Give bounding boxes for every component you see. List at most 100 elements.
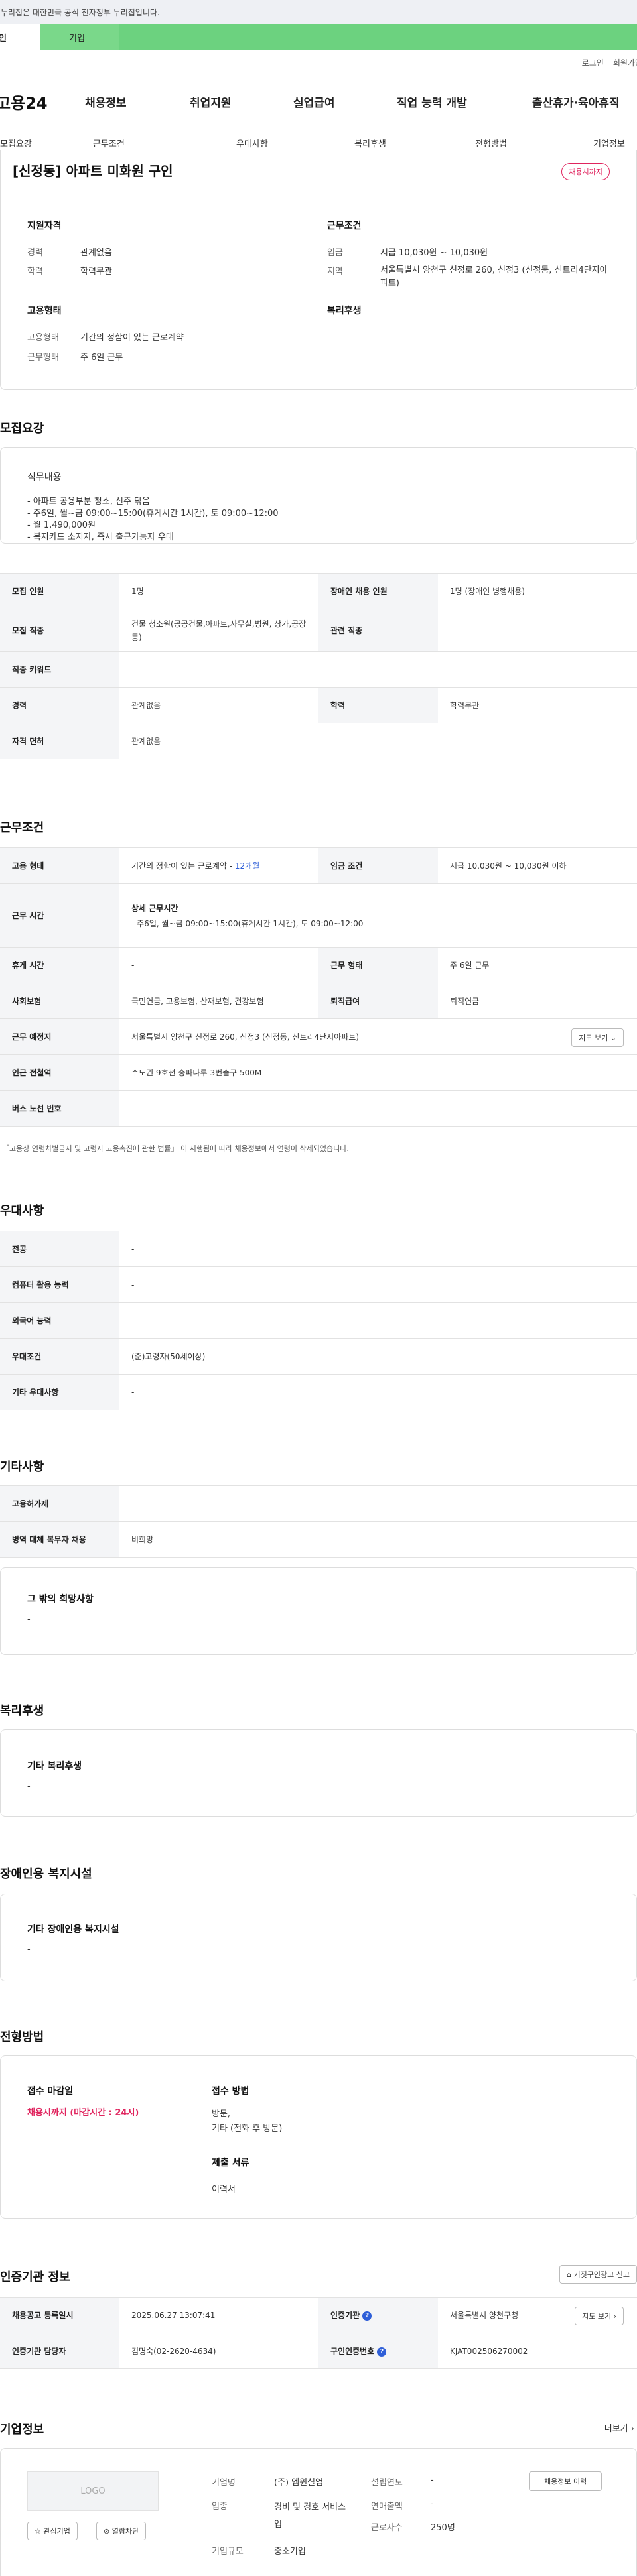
cert-number-label-cell: 구인인증번호?	[318, 2333, 438, 2369]
false-ad-report-button[interactable]: ⌂ 거짓구인광고 신고	[559, 2265, 637, 2284]
disabled-count-value: 1명 (장애인 병행채용)	[438, 573, 637, 609]
deadline-heading: 접수 마감일	[27, 2086, 74, 2097]
table-row: 모집 인원 1명 장애인 채용 인원 1명 (장애인 병행채용)	[0, 573, 637, 609]
reg-date-value: 2025.06.27 13:07:41	[119, 2297, 318, 2333]
method-line-1: 방문,	[212, 2109, 231, 2119]
info-icon[interactable]: ?	[362, 2311, 372, 2321]
interest-company-button[interactable]: ☆ 관심기업	[27, 2522, 78, 2540]
summary-card: [신정동] 아파트 미화원 구인 채용시까지 지원자격 경력 관계없음 학력 학…	[0, 150, 637, 390]
workplace-label: 근무 예정지	[0, 1018, 119, 1055]
deadline-value: 채용시까지 (마감시간 : 24시)	[27, 2108, 139, 2118]
subnav-pref[interactable]: 우대사항	[236, 137, 268, 149]
language-value: -	[119, 1302, 637, 1339]
job-title: [신정동] 아파트 미화원 구인	[13, 163, 173, 179]
workplace-map-button-label: 지도 보기	[579, 1034, 608, 1042]
info-icon[interactable]: ?	[377, 2347, 387, 2357]
cond-region-label: 지역	[327, 267, 343, 276]
cert-agency-label-cell: 인증기관?	[318, 2297, 438, 2333]
agency-map-button-label: 지도 보기	[582, 2312, 612, 2321]
table-row: 모집 직종 건물 청소원(공공건물,아파트,사무실,병원, 상가,공장 등) 관…	[0, 609, 637, 652]
emp-type-cell: 기간의 정함이 있는 근로계약 - 12개월	[119, 847, 318, 884]
wage-label: 임금 조건	[318, 847, 438, 884]
etc-wish-value: -	[27, 1615, 31, 1625]
job-keyword-label: 직종 키워드	[0, 651, 119, 688]
severance-value: 퇴직연금	[438, 983, 637, 1019]
subnav-company[interactable]: 기업정보	[593, 137, 625, 149]
gnb-item-unemployment-benefit[interactable]: 실업급여	[293, 93, 335, 110]
workplace-cell: 서울특별시 양천구 신정로 260, 신정3 (신정동, 신트리4단지아파트) …	[119, 1018, 637, 1055]
tab-company-label: 기업	[69, 34, 85, 44]
career-label: 경력	[0, 687, 119, 723]
cert-number-label: 구인인증번호	[330, 2347, 375, 2356]
subnav-work[interactable]: 근무조건	[93, 137, 125, 149]
gnb-item-jobs[interactable]: 채용정보	[85, 93, 127, 110]
false-ad-report-label: 거짓구인광고 신고	[573, 2270, 630, 2279]
hours-sub-heading: 상세 근무시간	[131, 903, 178, 913]
gnb-item-skills-development[interactable]: 직업 능력 개발	[397, 93, 467, 110]
computer-skill-value: -	[119, 1266, 637, 1303]
language-label: 외국어 능력	[0, 1302, 119, 1339]
qual-edu-label: 학력	[27, 267, 43, 276]
company-name-value: (주) 엠원실업	[274, 2478, 324, 2488]
company-more-link[interactable]: 더보기 ›	[604, 2422, 634, 2434]
cert-number-value: KJAT002506270002	[438, 2333, 637, 2369]
subway-value: 수도권 9호선 송파나루 3번출구 500M	[119, 1054, 637, 1091]
company-name-label: 기업명	[212, 2478, 236, 2488]
gnb-item-employment-support[interactable]: 취업지원	[190, 93, 232, 110]
selection-section-title: 전형방법	[0, 2030, 44, 2044]
job-history-button[interactable]: 채용정보 이력	[529, 2471, 602, 2491]
cert-agency-label: 인증기관	[330, 2311, 360, 2320]
deadline-badge: 채용시까지	[561, 163, 610, 180]
insurance-label: 사회보험	[0, 983, 119, 1019]
welfare-section-title: 복리후생	[0, 1704, 44, 1718]
subnav-welfare[interactable]: 복리후생	[354, 137, 386, 149]
subnav-recruit[interactable]: 모집요강	[0, 137, 32, 149]
workplace-map-button[interactable]: 지도 보기 ⌄	[571, 1028, 624, 1047]
global-nav: 고용24 채용정보 취업지원 실업급여 직업 능력 개발 출산휴가·육아휴직	[0, 85, 637, 118]
site-logo[interactable]: 고용24	[0, 90, 85, 113]
sales-value: -	[431, 2499, 434, 2509]
hours-value: - 주6일, 월~금 09:00~15:00(휴게시간 1시간), 토 09:0…	[131, 918, 364, 928]
logo-placeholder-text: LOGO	[80, 2486, 106, 2496]
etc-table: 고용허가제 - 병역 대체 복무자 채용 비희망	[0, 1485, 637, 1558]
recruit-count-value: 1명	[119, 573, 318, 609]
etc-section-title: 기타사항	[0, 1460, 44, 1474]
tab-bar-filler	[119, 24, 637, 50]
login-link[interactable]: 로그인	[582, 57, 604, 68]
gov-notice-bar: 이 누리집은 대한민국 공식 전자정부 누리집입니다.	[0, 0, 637, 24]
staff-label: 근로자수	[371, 2523, 403, 2533]
condition-heading: 근무조건	[327, 221, 362, 231]
cert-agency-value: 서울특별시 양천구청	[450, 2311, 519, 2320]
subnav-selection[interactable]: 전형방법	[475, 137, 507, 149]
industry-label: 업종	[212, 2502, 228, 2512]
license-label: 자격 면허	[0, 723, 119, 759]
etc-wish-box: 그 밖의 희망사항 -	[0, 1567, 637, 1655]
agency-map-button[interactable]: 지도 보기 ›	[575, 2307, 624, 2325]
tab-personal[interactable]: 개인	[0, 24, 40, 50]
table-row: 외국어 능력 -	[0, 1302, 637, 1339]
star-icon: ☆	[35, 2527, 41, 2536]
selection-card: 접수 마감일 채용시까지 (마감시간 : 24시) 접수 방법 방문, 기타 (…	[0, 2055, 637, 2219]
rest-label: 휴게 시간	[0, 947, 119, 983]
wage-value: 시급 10,030원 ~ 10,030원 이하	[438, 847, 637, 884]
block-view-button[interactable]: ⊘ 열람차단	[96, 2522, 147, 2540]
table-row: 사회보험 국민연금, 고용보험, 산재보험, 건강보험 퇴직급여 퇴직연금	[0, 983, 637, 1019]
rest-value: -	[119, 947, 318, 983]
gnb-item-parental-leave[interactable]: 출산휴가·육아휴직	[532, 93, 620, 110]
welfare-box-heading: 기타 복리후생	[27, 1761, 82, 1772]
company-logo-placeholder: LOGO	[27, 2471, 159, 2511]
workplace-value: 서울특별시 양천구 신정로 260, 신정3 (신정동, 신트리4단지아파트)	[131, 1032, 360, 1042]
table-row: 인근 전철역 수도권 9호선 송파나루 3번출구 500M	[0, 1054, 637, 1091]
chevron-right-icon: ›	[630, 2424, 634, 2434]
table-row: 경력 관계없음 학력 학력무관	[0, 687, 637, 723]
tab-company[interactable]: 기업	[40, 24, 119, 50]
cond-region-value: 서울특별시 양천구 신정로 260, 신정3 (신정동, 신트리4단지아파트)	[380, 265, 608, 288]
work-permit-label: 고용허가제	[0, 1485, 119, 1522]
company-size-label: 기업규모	[212, 2547, 244, 2557]
duty-card: 직무내용 - 아파트 공용부분 청소, 신주 닦음 - 주6일, 월~금 09:…	[0, 447, 637, 544]
duty-heading: 직무내용	[27, 472, 62, 483]
company-size-value: 중소기업	[274, 2547, 306, 2557]
disabled-box-value: -	[27, 1945, 31, 1955]
major-value: -	[119, 1231, 637, 1267]
signup-link[interactable]: 회원가입	[613, 57, 637, 68]
